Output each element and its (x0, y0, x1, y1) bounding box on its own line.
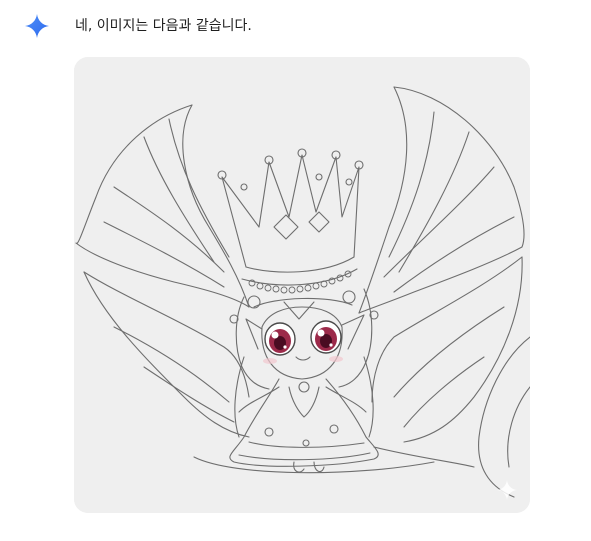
gemini-sparkle-icon (25, 14, 49, 38)
fairy-princess-line-drawing-icon (74, 57, 530, 513)
sparkle-watermark-icon (497, 480, 517, 500)
response-text: 네, 이미지는 다음과 같습니다. (75, 18, 252, 34)
chat-response-view: 네, 이미지는 다음과 같습니다. (0, 0, 591, 541)
generated-image[interactable] (74, 57, 530, 513)
assistant-response: 네, 이미지는 다음과 같습니다. (0, 0, 591, 541)
